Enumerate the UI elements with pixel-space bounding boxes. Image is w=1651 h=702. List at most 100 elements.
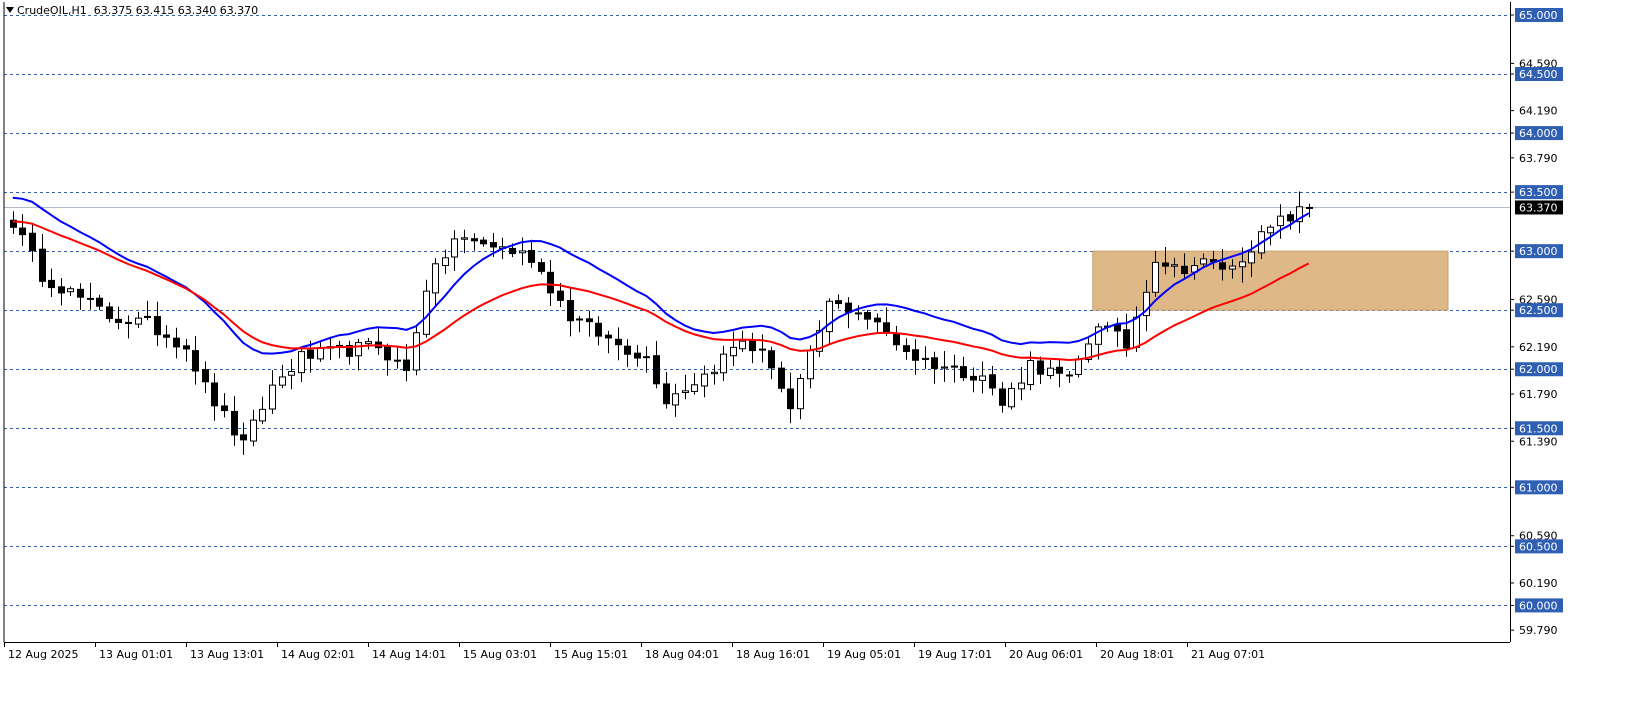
x-tick-label: 20 Aug 06:01 xyxy=(1009,648,1083,661)
candle-body xyxy=(394,359,401,362)
candle xyxy=(1306,203,1313,218)
candle xyxy=(730,331,737,367)
candle xyxy=(48,268,55,298)
candle-body xyxy=(1008,387,1015,408)
candle-body xyxy=(432,263,439,294)
candle xyxy=(183,339,190,362)
candle xyxy=(250,409,257,447)
candle-body xyxy=(739,340,746,350)
y-tick-label: 59.790 xyxy=(1519,624,1558,637)
y-tick-label: 64.190 xyxy=(1519,105,1558,118)
candle-body xyxy=(115,318,122,323)
candle xyxy=(384,343,391,376)
candle xyxy=(1037,356,1044,385)
candle xyxy=(970,367,977,393)
x-tick-label: 14 Aug 02:01 xyxy=(281,648,355,661)
candle xyxy=(1056,359,1063,388)
y-tick-label: 60.190 xyxy=(1519,577,1558,590)
x-tick-label: 15 Aug 15:01 xyxy=(554,648,628,661)
candle xyxy=(1047,359,1054,380)
candle-body xyxy=(615,338,622,346)
candle xyxy=(96,294,103,311)
candle-body xyxy=(682,390,689,393)
candle xyxy=(576,316,583,333)
x-tick-label: 15 Aug 03:01 xyxy=(463,648,537,661)
candle-body xyxy=(1267,226,1274,234)
candle-body xyxy=(653,355,660,385)
candle xyxy=(893,325,900,351)
candle xyxy=(931,351,938,384)
candle xyxy=(720,345,727,381)
candle-body xyxy=(903,345,910,352)
candle-body xyxy=(595,322,602,337)
candle xyxy=(979,361,986,394)
x-tick-label: 19 Aug 05:01 xyxy=(827,648,901,661)
candle-body xyxy=(547,271,554,294)
x-tick-label: 18 Aug 16:01 xyxy=(736,648,810,661)
candle xyxy=(634,344,641,367)
candle xyxy=(643,346,650,373)
candle xyxy=(653,340,660,389)
candle-body xyxy=(1047,367,1054,377)
candle-body xyxy=(144,315,151,319)
price-chart[interactable]: 65.00064.59064.50064.19064.00063.79063.5… xyxy=(0,0,1651,702)
candle-body xyxy=(519,250,526,254)
candle-body xyxy=(730,346,737,357)
candle xyxy=(586,310,593,337)
candle-body xyxy=(163,334,170,338)
candle xyxy=(797,373,804,420)
candle-body xyxy=(1066,374,1073,377)
candle xyxy=(605,330,612,354)
candle-body xyxy=(970,375,977,381)
candle xyxy=(125,315,132,339)
candle-body xyxy=(413,332,420,371)
candle-body xyxy=(461,237,468,240)
candle-body xyxy=(931,357,938,369)
candle xyxy=(10,211,17,235)
y-tick-label: 62.500 xyxy=(1519,304,1558,317)
candle-body xyxy=(528,249,535,263)
candle-body xyxy=(855,312,862,315)
candle-body xyxy=(87,297,94,300)
candle-body xyxy=(1287,214,1294,222)
candle xyxy=(461,229,468,254)
candle xyxy=(1277,204,1284,239)
candle xyxy=(711,364,718,385)
x-tick-label: 12 Aug 2025 xyxy=(8,648,78,661)
candle-body xyxy=(586,318,593,323)
candle xyxy=(759,334,766,363)
candle-body xyxy=(1200,258,1207,265)
candle-body xyxy=(672,393,679,406)
candle xyxy=(691,373,698,395)
x-tick-label: 19 Aug 17:01 xyxy=(918,648,992,661)
candle xyxy=(1008,382,1015,410)
candle-body xyxy=(979,375,986,381)
candle-body xyxy=(567,300,574,322)
candle xyxy=(317,341,324,362)
candle xyxy=(394,346,401,369)
candle xyxy=(567,287,574,337)
candle xyxy=(259,396,266,425)
candle-body xyxy=(221,405,228,412)
candle xyxy=(903,338,910,360)
candle xyxy=(375,327,382,355)
candle xyxy=(135,311,142,329)
candle-body xyxy=(1248,251,1255,264)
candle-body xyxy=(173,337,180,348)
candle xyxy=(941,351,948,382)
candle xyxy=(1066,371,1073,383)
candle xyxy=(355,338,362,371)
candle xyxy=(1018,367,1025,401)
candle-body xyxy=(826,300,833,333)
candle-body xyxy=(29,232,36,252)
candle xyxy=(240,422,247,455)
candle-body xyxy=(835,300,842,305)
candle-body xyxy=(778,367,785,389)
candle-body xyxy=(135,317,142,325)
candle-body xyxy=(605,334,612,339)
candle-body xyxy=(1162,262,1169,267)
candle-body xyxy=(106,306,113,319)
candle xyxy=(547,260,554,306)
candle-body xyxy=(912,349,919,361)
y-tick-label: 64.500 xyxy=(1519,68,1558,81)
